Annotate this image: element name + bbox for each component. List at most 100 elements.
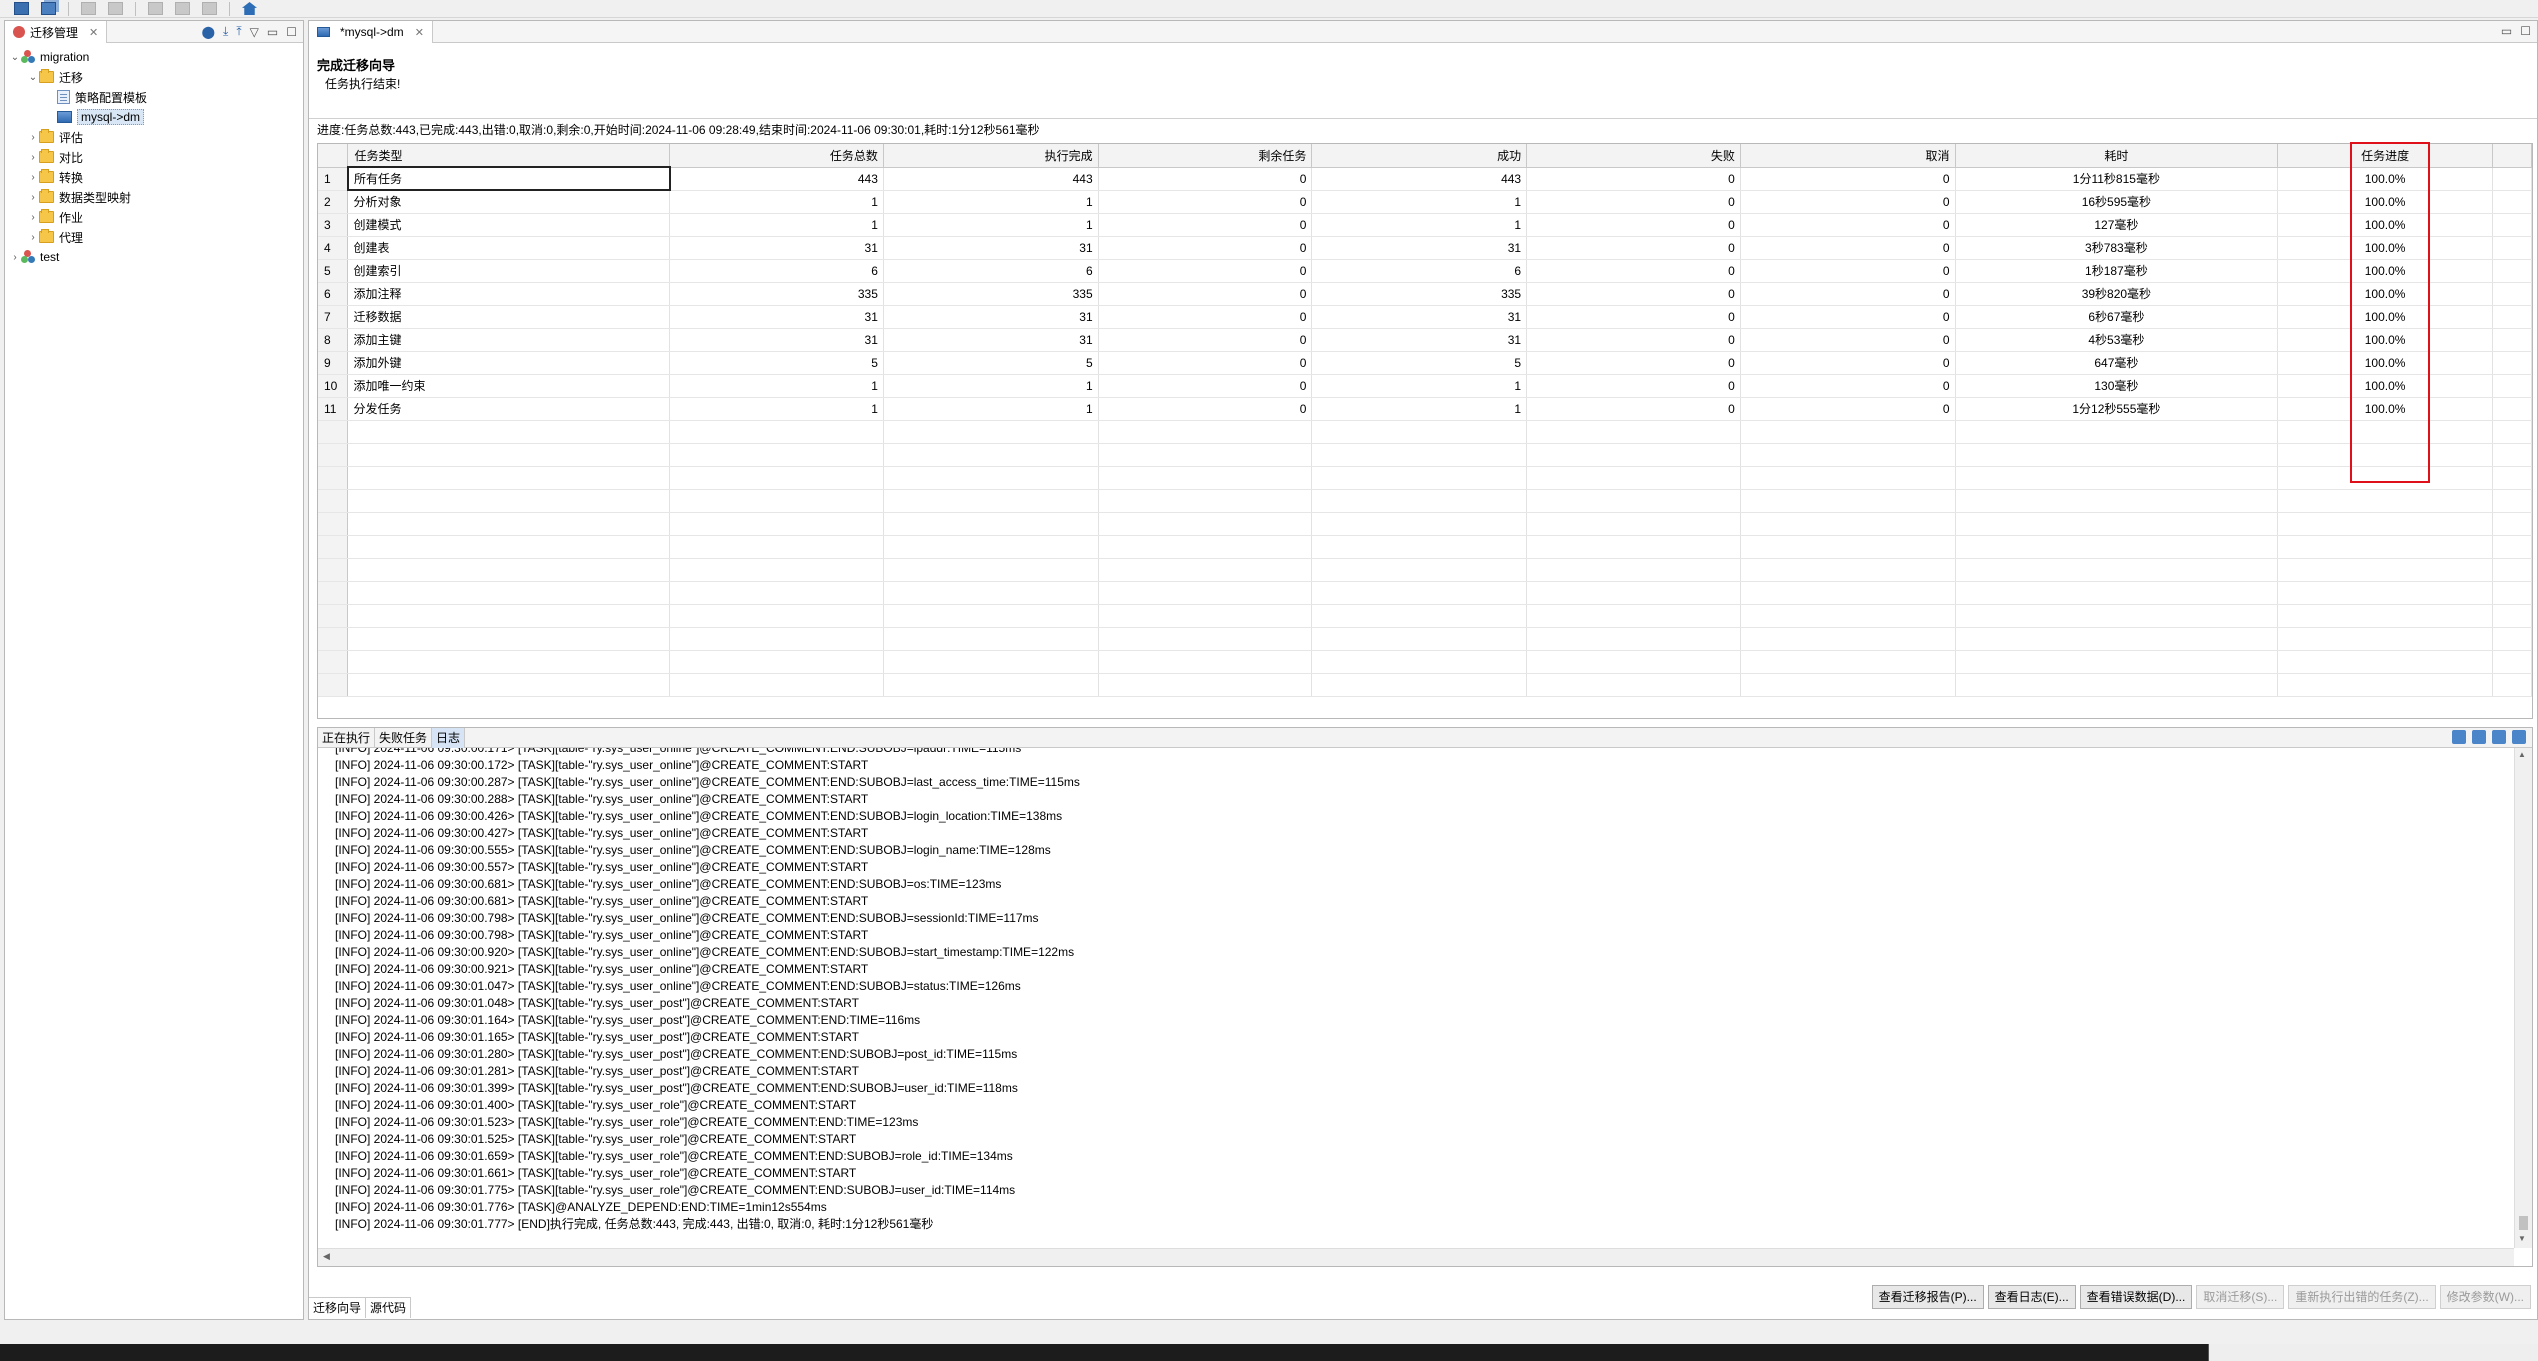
elapsed-cell[interactable]: 4秒53毫秒 [1955,328,2279,352]
progress-cell[interactable] [2277,627,2493,651]
count-cell[interactable] [883,604,1099,628]
column-header[interactable]: 耗时 [1955,144,2279,168]
count-cell[interactable]: 0 [1098,351,1313,375]
scroll-left-icon[interactable]: ◀ [323,1251,330,1262]
task-type-cell[interactable] [347,627,671,651]
count-cell[interactable] [1311,443,1528,467]
elapsed-cell[interactable]: 1分11秒815毫秒 [1955,167,2279,191]
task-type-cell[interactable]: 创建表 [347,236,671,260]
count-cell[interactable]: 0 [1526,351,1741,375]
tree-item[interactable]: › 评估 [5,127,303,147]
task-type-cell[interactable]: 添加外键 [347,351,671,375]
tab-migration-wizard[interactable]: 迁移向导 [309,1298,367,1318]
view-menu-icon[interactable]: ▽ [250,25,259,39]
count-cell[interactable]: 6 [669,259,884,283]
count-cell[interactable] [1098,466,1313,490]
count-cell[interactable] [1311,512,1528,536]
row-number[interactable] [318,466,349,490]
elapsed-cell[interactable] [1955,627,2279,651]
count-cell[interactable] [669,604,884,628]
table-row[interactable] [318,650,2532,674]
count-cell[interactable] [669,466,884,490]
count-cell[interactable]: 6 [1311,259,1528,283]
count-cell[interactable]: 0 [1526,305,1741,329]
progress-cell[interactable]: 100.0% [2277,305,2493,329]
count-cell[interactable]: 1 [1311,190,1528,214]
count-cell[interactable] [1311,673,1528,697]
count-cell[interactable]: 1 [669,213,884,237]
count-cell[interactable]: 31 [669,328,884,352]
elapsed-cell[interactable]: 647毫秒 [1955,351,2279,375]
count-cell[interactable]: 1 [669,190,884,214]
table-row[interactable]: 11 分发任务 1 1 0 1 0 0 1分12秒555毫秒 100.0% [318,397,2532,421]
task-type-cell[interactable]: 添加唯一约束 [347,374,671,398]
count-cell[interactable] [669,627,884,651]
progress-cell[interactable] [2277,443,2493,467]
count-cell[interactable]: 0 [1098,282,1313,306]
count-cell[interactable] [1526,443,1741,467]
elapsed-cell[interactable]: 39秒820毫秒 [1955,282,2279,306]
progress-cell[interactable] [2277,466,2493,490]
count-cell[interactable] [1098,627,1313,651]
table-row[interactable]: 6 添加注释 335 335 0 335 0 0 39秒820毫秒 100.0% [318,282,2532,306]
row-number[interactable]: 3 [318,213,349,237]
tab-failed-tasks[interactable]: 失败任务 [375,728,433,748]
elapsed-cell[interactable] [1955,466,2279,490]
count-cell[interactable] [1740,581,1956,605]
count-cell[interactable]: 1 [1311,374,1528,398]
count-cell[interactable]: 0 [1740,167,1956,191]
count-cell[interactable] [1526,650,1741,674]
row-number[interactable]: 11 [318,397,349,421]
table-row[interactable] [318,604,2532,628]
tree-item[interactable]: mysql->dm [5,107,303,127]
elapsed-cell[interactable] [1955,558,2279,582]
save-icon[interactable] [14,2,29,15]
count-cell[interactable]: 0 [1526,328,1741,352]
progress-cell[interactable] [2277,489,2493,513]
task-progress-grid[interactable]: 任务类型 任务总数 执行完成 剩余任务 成功 失败 取消 耗时 任务进度 1 所有任务 443 443… [317,143,2533,719]
table-row[interactable]: 1 所有任务 443 443 0 443 0 0 1分11秒815毫秒 100.0% [318,166,2532,191]
task-type-cell[interactable] [347,443,671,467]
tree-item[interactable]: ⌄ 迁移 [5,67,303,87]
elapsed-cell[interactable]: 1秒187毫秒 [1955,259,2279,283]
redo-icon[interactable] [108,2,123,15]
minimize-icon[interactable]: ▭ [2501,24,2512,38]
count-cell[interactable]: 1 [669,397,884,421]
maximize-icon[interactable]: ☐ [2520,24,2531,38]
count-cell[interactable]: 0 [1526,397,1741,421]
column-header[interactable]: 成功 [1311,144,1528,168]
count-cell[interactable]: 1 [883,190,1099,214]
count-cell[interactable] [1311,420,1528,444]
clear-icon[interactable] [2492,730,2506,744]
task-type-cell[interactable] [347,420,671,444]
table-row[interactable] [318,558,2532,582]
count-cell[interactable] [1526,466,1741,490]
count-cell[interactable] [669,489,884,513]
count-cell[interactable]: 0 [1526,374,1741,398]
table-row[interactable] [318,489,2532,513]
count-cell[interactable] [1098,535,1313,559]
count-cell[interactable] [669,558,884,582]
import-icon[interactable]: ⤓ [223,24,228,39]
collapsed-icon[interactable]: › [27,172,39,183]
progress-cell[interactable]: 100.0% [2277,190,2493,214]
count-cell[interactable] [669,581,884,605]
count-cell[interactable]: 31 [1311,328,1528,352]
task-type-cell[interactable] [347,489,671,513]
tree-item[interactable]: ⌄ migration [5,47,303,67]
count-cell[interactable]: 31 [1311,305,1528,329]
count-cell[interactable] [669,535,884,559]
tab-mysql-dm[interactable]: *mysql->dm ✕ [309,21,433,43]
count-cell[interactable]: 5 [669,351,884,375]
row-number[interactable]: 8 [318,328,349,352]
sync-icon[interactable]: ⬤ [202,25,215,39]
table-row[interactable]: 4 创建表 31 31 0 31 0 0 3秒783毫秒 100.0% [318,236,2532,260]
refresh-icon[interactable] [2472,730,2486,744]
count-cell[interactable] [1311,466,1528,490]
row-number[interactable] [318,535,349,559]
count-cell[interactable]: 0 [1098,167,1313,191]
count-cell[interactable]: 0 [1098,213,1313,237]
row-number[interactable] [318,604,349,628]
progress-cell[interactable]: 100.0% [2277,328,2493,352]
count-cell[interactable] [1098,673,1313,697]
